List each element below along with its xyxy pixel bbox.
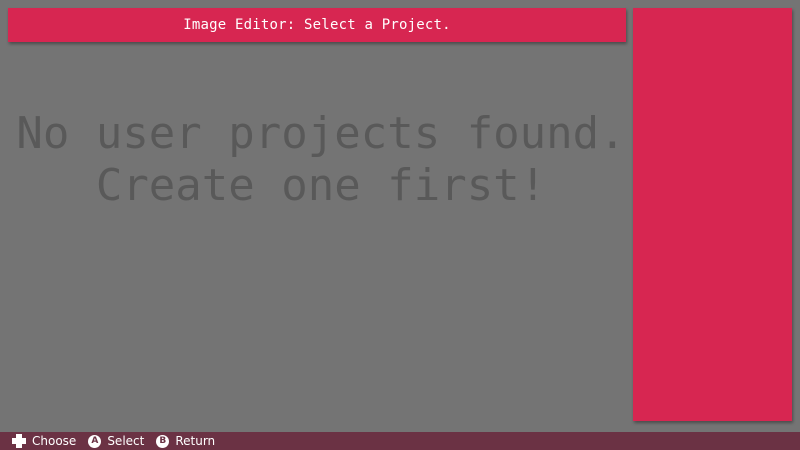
page-title: Image Editor: Select a Project. [183, 17, 451, 33]
b-button-icon: B [156, 434, 170, 448]
empty-state-message: No user projects found. Create one first… [0, 108, 642, 212]
control-hints-bar: Choose A Select B Return [0, 432, 800, 450]
empty-state-line-1: No user projects found. [16, 108, 626, 159]
screen: Image Editor: Select a Project. No user … [0, 0, 800, 450]
a-button-icon: A [88, 434, 102, 448]
hint-choose: Choose [12, 434, 76, 448]
side-panel [633, 8, 792, 421]
hint-return-label: Return [175, 434, 216, 448]
hint-select: A Select [88, 434, 144, 448]
dpad-icon [12, 434, 26, 448]
hint-select-label: Select [107, 434, 145, 448]
hint-choose-label: Choose [32, 434, 77, 448]
header-bar: Image Editor: Select a Project. [8, 8, 626, 42]
empty-state-line-2: Create one first! [95, 160, 547, 211]
hint-return: B Return [156, 434, 215, 448]
